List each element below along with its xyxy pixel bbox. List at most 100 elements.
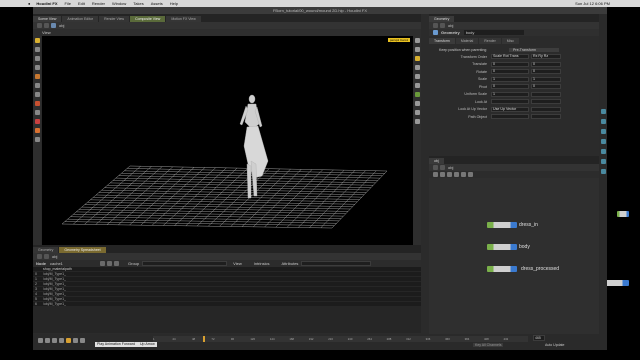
lighting-icon[interactable] (414, 56, 420, 61)
scene-path[interactable]: obj (59, 23, 64, 28)
tab-material[interactable]: Material (455, 38, 479, 44)
node-name[interactable]: body (463, 30, 524, 35)
point-attr-icon[interactable] (100, 261, 105, 266)
brush-tool-icon[interactable] (34, 110, 40, 115)
jump-end-icon[interactable] (80, 338, 85, 343)
prim-attr-icon[interactable] (114, 261, 119, 266)
color-icon[interactable] (468, 172, 473, 177)
param-value-1[interactable]: 0 (491, 84, 529, 90)
node-label-body[interactable]: body (519, 244, 530, 250)
add-node-icon[interactable] (433, 172, 438, 177)
layout-icon[interactable] (454, 172, 459, 177)
rotate-tool-icon[interactable] (34, 56, 40, 61)
auto-update-control[interactable]: Auto Update (545, 343, 564, 347)
param-value-2[interactable] (531, 91, 561, 97)
camera-icon[interactable] (414, 47, 420, 52)
viewport-3d[interactable]: persp1 Cam1 (42, 36, 413, 245)
forward-arrow-icon[interactable] (44, 254, 49, 259)
param-path[interactable]: obj (448, 23, 453, 28)
param-value-2[interactable]: 0 (531, 61, 561, 67)
step-forward-icon[interactable] (73, 338, 78, 343)
frame-marker[interactable] (203, 336, 205, 342)
tab-scene-view[interactable]: Scene View (33, 16, 62, 22)
menu-assets[interactable]: Assets (151, 1, 163, 6)
menu-file[interactable]: File (65, 1, 71, 6)
table-row[interactable]: 6/obj/M_Type1_ (33, 302, 421, 307)
list-icon[interactable] (440, 172, 445, 177)
param-value-1[interactable]: Scale Rot Trans (491, 54, 529, 60)
shelf-icon[interactable] (600, 159, 606, 164)
param-value-1[interactable]: 1 (491, 91, 529, 97)
tab-geometry-spreadsheet[interactable]: Geometry Spreadsheet (59, 247, 106, 253)
app-name[interactable]: Houdini FX (36, 1, 57, 6)
menu-edit[interactable]: Edit (78, 1, 85, 6)
attributes-field[interactable] (301, 261, 372, 266)
group-field[interactable] (142, 261, 228, 266)
ghost-icon[interactable] (414, 83, 420, 88)
key-all-button[interactable]: Key All Channels (473, 343, 504, 347)
intrinsics-label[interactable]: Intrinsics (254, 261, 270, 266)
tab-misc[interactable]: Misc (501, 38, 519, 44)
node-label-dress-processed[interactable]: dress_processed (521, 266, 559, 272)
network-node-dress-processed[interactable]: dress_processed (487, 266, 559, 272)
handle-tool-icon[interactable] (34, 74, 40, 79)
scale-tool-icon[interactable] (34, 65, 40, 70)
network-node-dress-in[interactable]: dress_in (487, 222, 538, 228)
back-arrow-icon[interactable] (433, 23, 438, 28)
forward-arrow-icon[interactable] (440, 23, 445, 28)
pose-tool-icon[interactable] (34, 83, 40, 88)
network-path[interactable]: obj (448, 165, 453, 170)
play-reverse-icon[interactable] (52, 338, 57, 343)
network-node-side[interactable] (617, 211, 629, 217)
shelf-icon[interactable] (600, 149, 606, 154)
forward-arrow-icon[interactable] (44, 23, 49, 28)
apple-icon[interactable]: ● (28, 1, 30, 6)
tab-transform[interactable]: Transform (429, 38, 455, 44)
shelf-icon[interactable] (600, 109, 606, 114)
grid-icon[interactable] (414, 92, 420, 97)
param-value-2[interactable]: 0 (531, 69, 561, 75)
back-arrow-icon[interactable] (37, 254, 42, 259)
param-value-2[interactable] (531, 99, 561, 105)
jump-start-icon[interactable] (38, 338, 43, 343)
ring-tool-icon[interactable] (34, 128, 40, 133)
param-value-1[interactable]: Use Up Vector (491, 106, 529, 112)
select-tool-icon[interactable] (34, 38, 40, 43)
param-value-2[interactable]: Rx Ry Rz (531, 54, 561, 60)
tab-render[interactable]: Render (479, 38, 501, 44)
points-icon[interactable] (414, 101, 420, 106)
tab-network[interactable]: obj (429, 158, 444, 164)
shading-icon[interactable] (414, 65, 420, 70)
menu-takes[interactable]: Takes (133, 1, 143, 6)
wireframe-icon[interactable] (414, 74, 420, 79)
frame-ruler[interactable]: 1 24 48 72 96 120 144 168 192 216 240 264 288 312 336 3… (153, 336, 528, 342)
view-label[interactable]: View (233, 261, 242, 266)
shelf-icon[interactable] (600, 139, 606, 144)
magnet-tool-icon[interactable] (34, 119, 40, 124)
tab-motion-fx[interactable]: Motion FX View (166, 16, 201, 22)
node-tile[interactable] (487, 244, 517, 250)
node-label-dress-in[interactable]: dress_in (519, 222, 538, 228)
shelf-icon[interactable] (600, 129, 606, 134)
keep-position-menu[interactable]: Pre-Transform (509, 47, 559, 52)
play-forward-icon[interactable] (66, 338, 71, 343)
menu-window[interactable]: Window (112, 1, 126, 6)
node-tile[interactable] (487, 266, 517, 272)
param-value-1[interactable] (491, 114, 529, 120)
vis-icon[interactable] (414, 119, 420, 124)
light-tool-icon[interactable] (34, 137, 40, 142)
param-value-1[interactable]: 1 (491, 76, 529, 82)
spreadsheet-path[interactable]: obj (52, 254, 57, 259)
stop-icon[interactable] (59, 338, 64, 343)
view-tool-icon[interactable] (34, 92, 40, 97)
forward-arrow-icon[interactable] (440, 165, 445, 170)
back-arrow-icon[interactable] (37, 23, 42, 28)
param-value-2[interactable]: 1 (531, 76, 561, 82)
tab-composite-view[interactable]: Composite View (130, 16, 166, 22)
move-tool-icon[interactable] (34, 47, 40, 52)
frame-end-field[interactable]: 465 (533, 335, 545, 341)
param-value-1[interactable] (491, 99, 529, 105)
normals-icon[interactable] (414, 110, 420, 115)
param-value-2[interactable] (531, 106, 561, 112)
tab-parameters[interactable]: Geometry (429, 16, 455, 22)
